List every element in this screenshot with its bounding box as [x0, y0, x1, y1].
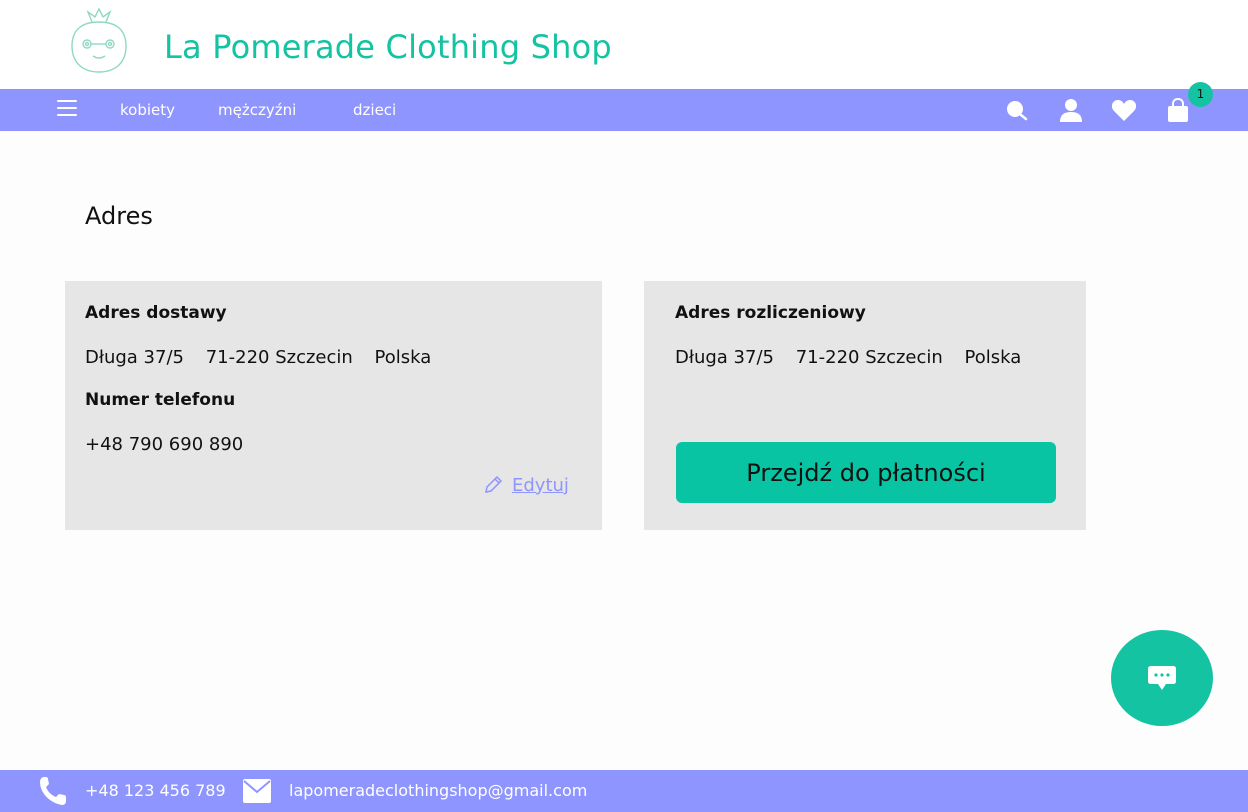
phone-icon: [40, 777, 66, 805]
heart-icon[interactable]: [1111, 97, 1137, 123]
nav-link-kobiety[interactable]: kobiety: [120, 101, 175, 119]
brand-header: La Pomerade Clothing Shop: [0, 0, 1248, 89]
shipping-address-card: Adres dostawy Długa 37/5 71-220 Szczecin…: [65, 281, 602, 530]
page-title: Adres: [85, 202, 153, 230]
user-icon[interactable]: [1058, 97, 1084, 123]
nav-link-dzieci[interactable]: dzieci: [353, 101, 396, 119]
pomegranate-logo-icon[interactable]: [64, 6, 134, 76]
shipping-city: 71-220 Szczecin: [205, 347, 353, 368]
billing-street: Długa 37/5: [675, 347, 774, 368]
chat-bubble-icon: [1148, 666, 1176, 690]
page: La Pomerade Clothing Shop kobiety mężczy…: [0, 0, 1248, 812]
billing-heading: Adres rozliczeniowy: [675, 303, 866, 323]
footer-email[interactable]: lapomeradeclothingshop@gmail.com: [289, 781, 587, 800]
shipping-country: Polska: [374, 347, 432, 368]
shipping-address: Długa 37/5 71-220 Szczecin Polska: [85, 347, 447, 368]
pencil-icon: [485, 475, 503, 493]
nav-link-mezczyzni[interactable]: mężczyźni: [218, 101, 296, 119]
email-icon: [243, 779, 271, 803]
billing-address-card: Adres rozliczeniowy Długa 37/5 71-220 Sz…: [644, 281, 1086, 530]
brand-title[interactable]: La Pomerade Clothing Shop: [164, 28, 612, 66]
phone-number: +48 790 690 890: [85, 434, 244, 455]
shipping-heading: Adres dostawy: [85, 303, 227, 323]
cart-count-badge[interactable]: 1: [1188, 82, 1213, 107]
main-nav: kobiety mężczyźni dzieci: [0, 89, 1248, 131]
billing-address: Długa 37/5 71-220 Szczecin Polska: [675, 347, 1037, 368]
search-icon[interactable]: [1004, 97, 1030, 123]
billing-city: 71-220 Szczecin: [795, 347, 943, 368]
chat-button[interactable]: [1111, 630, 1213, 726]
footer-phone[interactable]: +48 123 456 789: [85, 781, 226, 800]
edit-button[interactable]: Edytuj: [482, 474, 569, 496]
shipping-street: Długa 37/5: [85, 347, 184, 368]
billing-country: Polska: [964, 347, 1022, 368]
footer: +48 123 456 789 lapomeradeclothingshop@g…: [0, 770, 1248, 812]
hamburger-menu-icon[interactable]: [57, 100, 77, 118]
shopping-bag-icon[interactable]: [1165, 97, 1191, 123]
phone-heading: Numer telefonu: [85, 390, 236, 410]
edit-label: Edytuj: [512, 474, 569, 496]
proceed-to-payment-button[interactable]: Przejdź do płatności: [676, 442, 1056, 503]
